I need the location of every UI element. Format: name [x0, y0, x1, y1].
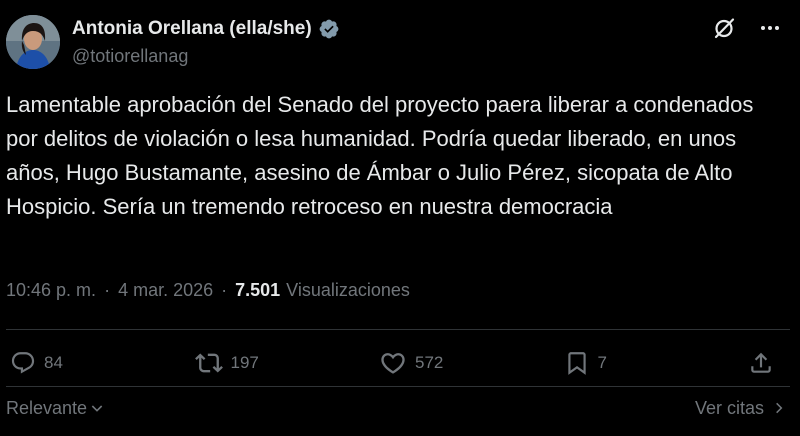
author-names: Antonia Orellana (ella/she) @totiorellan… — [72, 16, 340, 67]
reply-icon — [11, 352, 35, 374]
view-quotes-link[interactable]: Ver citas — [695, 398, 786, 419]
like-count: 572 — [415, 353, 444, 372]
header-actions — [712, 16, 782, 40]
views-label: Visualizaciones — [286, 280, 410, 300]
tweet-time[interactable]: 10:46 p. m. — [6, 280, 96, 301]
repost-icon — [194, 353, 223, 373]
divider-2 — [6, 386, 790, 387]
tweet: Antonia Orellana (ella/she) @totiorellan… — [0, 0, 800, 436]
bookmark-button[interactable]: 7 — [564, 350, 714, 376]
meta-separator: · — [104, 280, 111, 300]
more-icon[interactable] — [758, 16, 782, 40]
tweet-text: Lamentable aprobación del Senado del pro… — [6, 92, 760, 219]
bookmark-count: 7 — [597, 353, 607, 372]
replies-footer: Relevante Ver citas — [6, 396, 786, 420]
tweet-header: Antonia Orellana (ella/she) @totiorellan… — [6, 14, 790, 72]
repost-button[interactable]: 197 — [194, 349, 345, 377]
chevron-right-icon — [776, 402, 783, 414]
views-count: 7.501 — [235, 280, 281, 300]
share-button[interactable] — [748, 350, 782, 376]
display-name[interactable]: Antonia Orellana (ella/she) — [72, 18, 312, 40]
author-handle[interactable]: @totiorellanag — [72, 46, 340, 67]
like-button[interactable]: 572 — [379, 349, 529, 377]
verified-badge-icon — [318, 18, 340, 40]
action-bar: 84 197 572 7 — [10, 348, 782, 378]
avatar[interactable] — [6, 15, 60, 69]
grok-icon[interactable] — [712, 16, 736, 40]
repost-count: 197 — [230, 353, 259, 372]
divider — [6, 329, 790, 330]
meta-separator-2: · — [221, 280, 228, 300]
sort-dropdown[interactable]: Relevante — [6, 398, 105, 419]
bookmark-icon — [567, 352, 586, 375]
quotes-label: Ver citas — [694, 397, 764, 418]
chevron-down-icon — [91, 405, 103, 412]
heart-icon — [381, 353, 405, 374]
share-icon — [751, 352, 771, 373]
reply-button[interactable]: 84 — [10, 350, 160, 376]
tweet-date[interactable]: 4 mar. 2026 — [118, 280, 213, 301]
tweet-meta: 10:46 p. m. · 4 mar. 2026 · 7.501 Visual… — [6, 280, 410, 301]
reply-count: 84 — [44, 353, 63, 372]
sort-label: Relevante — [6, 397, 88, 418]
